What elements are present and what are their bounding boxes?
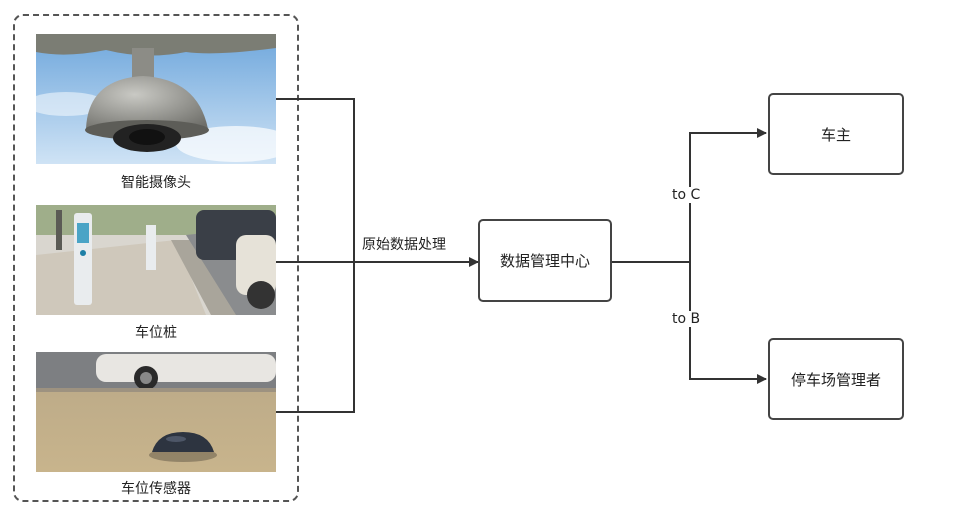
edge-label-to-b: to B — [672, 311, 701, 327]
arrow-to-manager — [689, 262, 767, 384]
edge-label-processing: 原始数据处理 — [362, 234, 446, 254]
diagram-stage: 智能摄像头 车位桩 车位传感器 原始数据处理 to C to B 数据管理中心 … — [0, 0, 961, 512]
edge-label-to-c: to C — [672, 187, 701, 203]
bracket-line — [276, 98, 355, 413]
node-car-owner: 车主 — [768, 93, 904, 175]
node-parking-manager: 停车场管理者 — [768, 338, 904, 420]
node-data-center: 数据管理中心 — [478, 219, 612, 302]
arrow-to-owner — [689, 128, 767, 262]
